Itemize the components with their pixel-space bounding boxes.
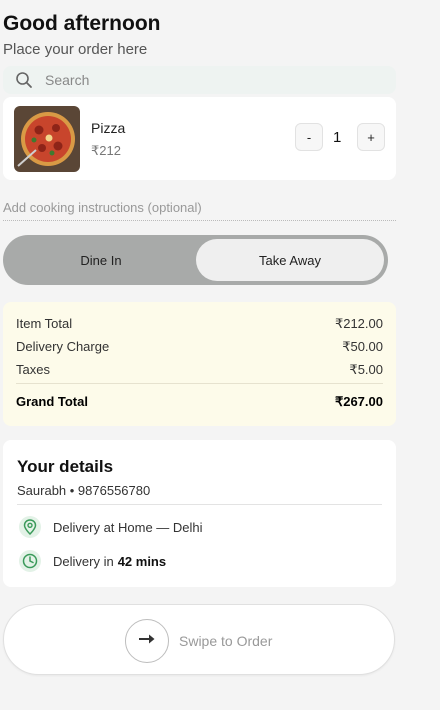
item-price: ₹212 [91,143,121,158]
quantity-value: 1 [333,129,342,146]
arrow-right-icon [138,632,156,650]
details-divider [17,504,382,505]
item-name: Pizza [91,120,126,136]
grand-total-label: Grand Total [16,394,88,409]
your-details-card: Your details Saurabh • 9876556780 Delive… [3,440,396,587]
grand-total-row: Grand Total ₹267.00 [16,394,383,410]
bill-divider [16,383,383,384]
bill-row: Delivery Charge ₹50.00 [16,339,383,355]
decrement-button[interactable]: - [295,123,323,151]
bill-row-label: Taxes [16,362,50,377]
cart-item-card: Pizza ₹212 - 1 + [3,97,396,180]
bill-row-value: ₹5.00 [349,362,383,377]
search-icon [15,71,33,89]
delivery-location-text: Delivery at Home — Delhi [53,519,203,535]
page-title: Good afternoon [3,12,161,35]
grand-total-value: ₹267.00 [334,394,383,409]
clock-icon [19,550,41,572]
page-subtitle: Place your order here [3,41,148,58]
dine-in-option[interactable]: Dine In [7,239,195,281]
bill-row-value: ₹212.00 [334,316,383,331]
take-away-option[interactable]: Take Away [196,239,384,281]
delivery-time-prefix: Delivery in [53,553,114,569]
bill-row: Item Total ₹212.00 [16,316,383,332]
delivery-location-row: Delivery at Home — Delhi [19,516,203,538]
cooking-instructions-field[interactable] [3,195,396,221]
swipe-handle[interactable] [125,619,169,663]
swipe-to-order-button[interactable]: Swipe to Order [3,604,395,675]
search-input[interactable] [43,71,347,89]
details-heading: Your details [17,457,114,476]
bill-summary: Item Total ₹212.00 Delivery Charge ₹50.0… [3,302,396,426]
search-bar[interactable] [3,66,396,94]
cooking-instructions-input[interactable] [3,200,383,215]
bill-row: Taxes ₹5.00 [16,362,383,378]
increment-button[interactable]: + [357,123,385,151]
bill-row-label: Delivery Charge [16,339,110,354]
location-pin-icon [19,516,41,538]
bill-row-label: Item Total [16,316,73,331]
contact-info: Saurabh • 9876556780 [17,483,151,498]
swipe-label: Swipe to Order [179,633,273,649]
bill-row-value: ₹50.00 [342,339,383,354]
delivery-time-row: Delivery in 42 mins [19,550,166,572]
order-type-toggle[interactable]: Dine In Take Away [3,235,388,285]
pizza-image [14,106,80,172]
delivery-time-value: 42 mins [117,553,167,569]
